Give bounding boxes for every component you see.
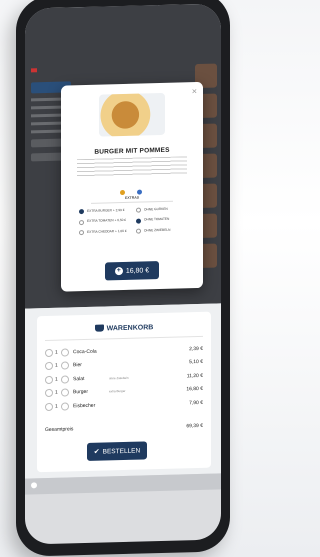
radio-icon[interactable] xyxy=(136,207,141,213)
item-price: 16,80 € xyxy=(186,386,203,393)
item-price: 2,39 € xyxy=(189,345,203,353)
item-name: Bier xyxy=(73,362,82,369)
extra-option[interactable]: EXTRA CHEDDAR + 1,00 € xyxy=(79,228,136,236)
background-line xyxy=(31,105,61,110)
background-line xyxy=(31,97,61,102)
extra-option[interactable]: OHNE GURKEN xyxy=(136,206,193,213)
item-note xyxy=(109,404,149,405)
cart-card: WARENKORB 1 Coca-Cola 2,39 € 1 Bier 5,10 € 1… xyxy=(37,311,211,473)
item-name: Coca-Cola xyxy=(73,348,97,356)
decrease-button[interactable] xyxy=(45,389,53,398)
item-name: Salat xyxy=(73,375,85,383)
plus-icon: + xyxy=(114,267,123,276)
flag-icon xyxy=(31,68,37,73)
background-line xyxy=(31,113,61,118)
decrease-button[interactable] xyxy=(45,375,53,384)
total-value: 69,39 € xyxy=(186,422,203,430)
item-note xyxy=(109,364,149,365)
decrease-button[interactable] xyxy=(45,348,53,357)
radio-icon[interactable] xyxy=(136,218,141,224)
item-price: 5,10 € xyxy=(189,359,203,366)
increase-button[interactable] xyxy=(61,402,69,411)
item-note: extra Burger xyxy=(109,389,126,394)
increase-button[interactable] xyxy=(61,348,69,357)
background-line xyxy=(31,121,61,126)
total-label: Gesamtpreis xyxy=(45,426,74,434)
burger-image xyxy=(99,92,165,137)
background-line xyxy=(31,129,61,134)
increase-button[interactable] xyxy=(61,375,69,384)
screen: × BURGER MIT POMMES EXTRAS EXTRA BURGER … xyxy=(25,3,221,545)
decrease-button[interactable] xyxy=(45,402,53,411)
divider xyxy=(45,335,203,342)
product-description xyxy=(77,156,187,178)
extra-option[interactable]: EXTRA BURGER + 2,99 € xyxy=(79,208,136,215)
basket-icon xyxy=(94,324,104,332)
cart-title: WARENKORB xyxy=(37,322,211,335)
radio-icon[interactable] xyxy=(79,229,84,236)
item-note: ohne Zwiebeln xyxy=(109,375,129,381)
extra-option[interactable]: OHNE TOMATEN xyxy=(136,216,193,224)
cart-section: WARENKORB 1 Coca-Cola 2,39 € 1 Bier 5,10 € 1… xyxy=(25,303,221,479)
cart-items: 1 Coca-Cola 2,39 € 1 Bier 5,10 € 1 Salat ohne … xyxy=(45,342,203,414)
item-name: Eisbecher xyxy=(73,402,96,410)
increase-button[interactable] xyxy=(61,388,69,397)
item-price: 7,90 € xyxy=(189,399,203,407)
extras-list: EXTRA BURGER + 2,99 € OHNE GURKEN EXTRA … xyxy=(79,206,193,236)
cart-total: Gesamtpreis 69,39 € xyxy=(45,423,203,433)
add-to-cart-price: 16,80 € xyxy=(125,266,150,275)
decrease-button[interactable] xyxy=(45,362,53,371)
tag-icon xyxy=(137,189,143,195)
extra-option[interactable]: OHNE ZWIEBELN xyxy=(136,227,193,234)
check-icon: ✔ xyxy=(93,448,100,456)
item-price: 11,20 € xyxy=(186,372,203,380)
tag-pill xyxy=(119,189,127,195)
radio-icon[interactable] xyxy=(79,209,84,215)
item-name: Burger xyxy=(73,389,89,396)
product-title: BURGER MIT POMMES xyxy=(94,146,170,156)
cart-row: 1 Eisbecher 7,90 € xyxy=(45,396,203,414)
tag-pill xyxy=(137,189,144,195)
tag-icon xyxy=(119,189,125,195)
order-button[interactable]: ✔ BESTELLEN xyxy=(87,441,147,461)
extra-option[interactable]: EXTRA TOMATEN + 0,50 € xyxy=(79,218,136,225)
product-modal: × BURGER MIT POMMES EXTRAS EXTRA BURGER … xyxy=(61,81,203,292)
item-note xyxy=(109,350,149,351)
increase-button[interactable] xyxy=(61,361,69,370)
add-to-cart-button[interactable]: + 16,80 € xyxy=(105,261,159,281)
radio-icon[interactable] xyxy=(136,228,141,234)
radio-icon[interactable] xyxy=(79,219,84,225)
dimmed-menu-background: × BURGER MIT POMMES EXTRAS EXTRA BURGER … xyxy=(25,3,221,309)
phone-frame: × BURGER MIT POMMES EXTRAS EXTRA BURGER … xyxy=(16,0,230,557)
close-icon[interactable]: × xyxy=(192,86,197,96)
divider xyxy=(91,200,173,204)
logo-icon xyxy=(31,482,37,489)
